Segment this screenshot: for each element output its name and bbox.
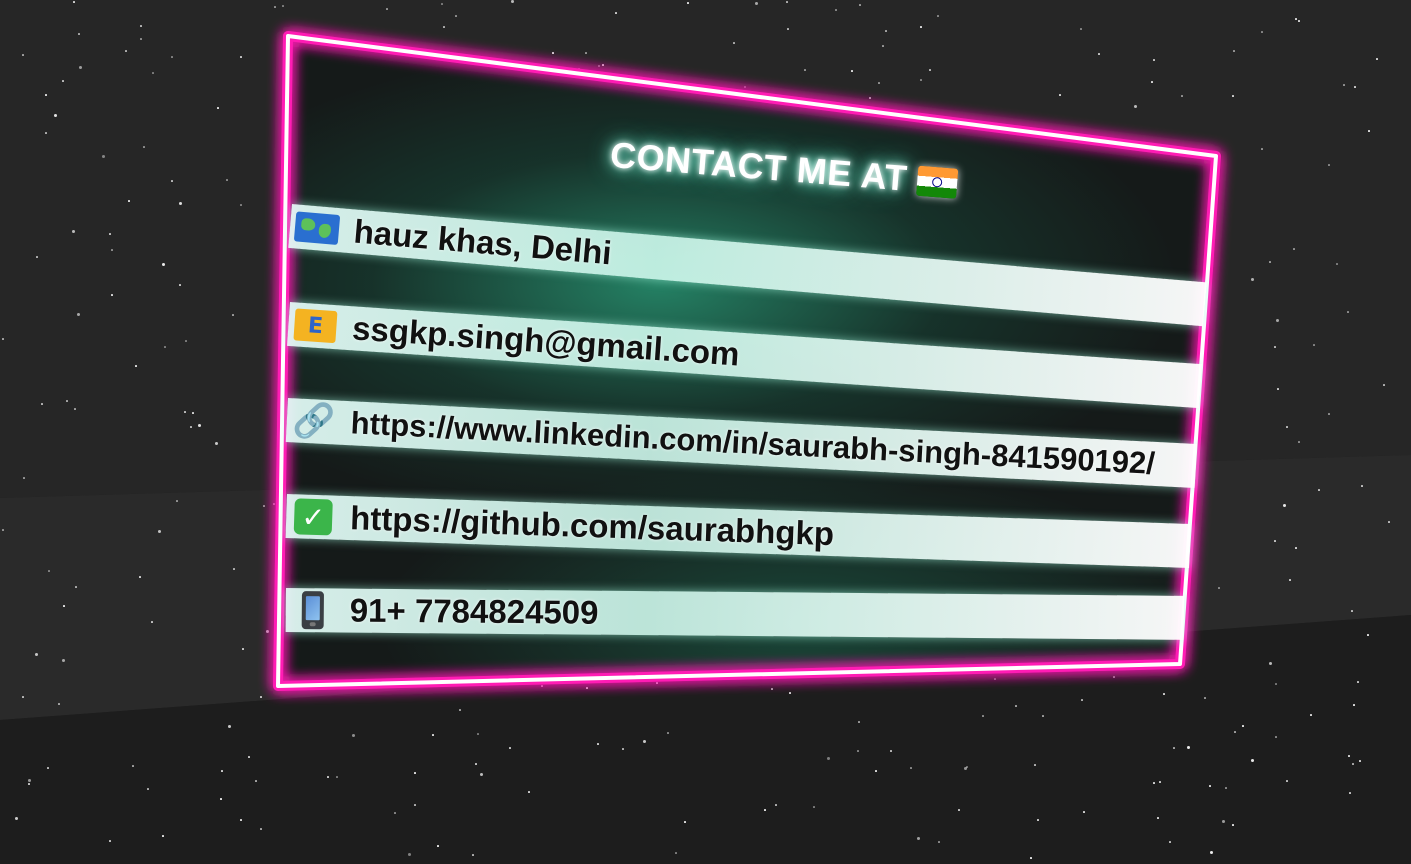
e-mail-icon: E <box>291 306 339 345</box>
contact-row-phone: 91+ 7784824509 <box>285 588 1184 640</box>
world-map-icon <box>293 208 342 248</box>
india-flag-icon <box>915 165 959 199</box>
contact-scene: CONTACT ME AT hauz khas, Delhi E ssgkp.s… <box>0 0 1411 864</box>
mobile-phone-icon <box>290 591 336 630</box>
link-icon: 🔗 <box>291 400 337 443</box>
check-mark-icon: ✓ <box>290 498 337 536</box>
phone-text: 91+ 7784824509 <box>349 591 599 631</box>
